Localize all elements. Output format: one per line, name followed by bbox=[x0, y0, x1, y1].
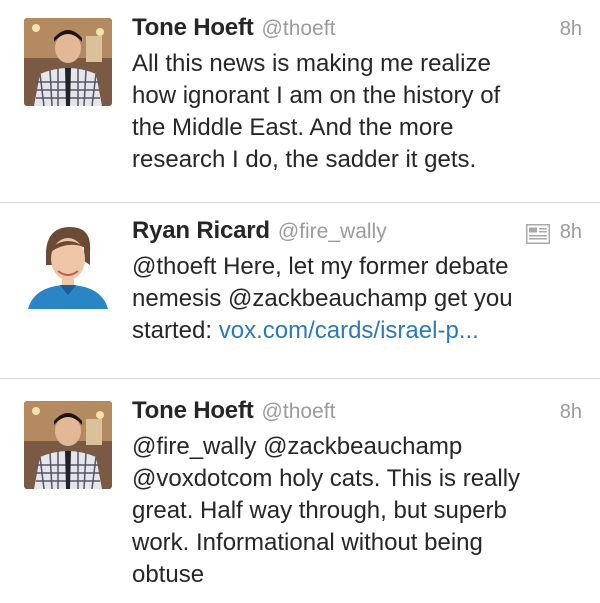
username[interactable]: @thoeft bbox=[262, 400, 336, 423]
display-name[interactable]: Ryan Ricard bbox=[132, 217, 270, 244]
tweet[interactable]: Tone Hoeft @thoeft 8h @fire_wally @zackbe… bbox=[0, 379, 600, 603]
tweet-header: Tone Hoeft @thoeft 8h bbox=[132, 14, 586, 48]
avatar-image bbox=[24, 401, 112, 489]
tweet-text: @fire_wally @zackbeauchamp @voxdotcom ho… bbox=[132, 433, 521, 588]
timeline: Tone Hoeft @thoeft 8h All this news is ma… bbox=[0, 0, 600, 603]
tweet-header: Tone Hoeft @thoeft 8h bbox=[132, 397, 586, 431]
tweet-header: Ryan Ricard @fire_wally 8h bbox=[132, 217, 586, 251]
display-name[interactable]: Tone Hoeft bbox=[132, 14, 254, 41]
tweet-link[interactable]: vox.com/cards/israel-p... bbox=[219, 317, 479, 344]
timestamp: 8h bbox=[559, 221, 582, 243]
timestamp: 8h bbox=[559, 401, 582, 423]
summary-card-icon bbox=[526, 224, 550, 244]
avatar[interactable] bbox=[24, 18, 112, 106]
tweet[interactable]: Ryan Ricard @fire_wally 8h @thoeft Here, … bbox=[0, 203, 600, 379]
tweet-text: @thoeft Here, let my former debate nemes… bbox=[132, 251, 582, 347]
tweet-text: All this news is making me realize how i… bbox=[132, 50, 501, 173]
display-name[interactable]: Tone Hoeft bbox=[132, 397, 254, 424]
tweet[interactable]: Tone Hoeft @thoeft 8h All this news is ma… bbox=[0, 0, 600, 203]
username[interactable]: @thoeft bbox=[262, 17, 336, 40]
avatar-image bbox=[24, 18, 112, 106]
avatar[interactable] bbox=[24, 401, 112, 489]
timestamp: 8h bbox=[559, 18, 582, 40]
avatar[interactable] bbox=[24, 221, 112, 309]
username[interactable]: @fire_wally bbox=[278, 220, 387, 243]
avatar-image bbox=[24, 221, 112, 309]
